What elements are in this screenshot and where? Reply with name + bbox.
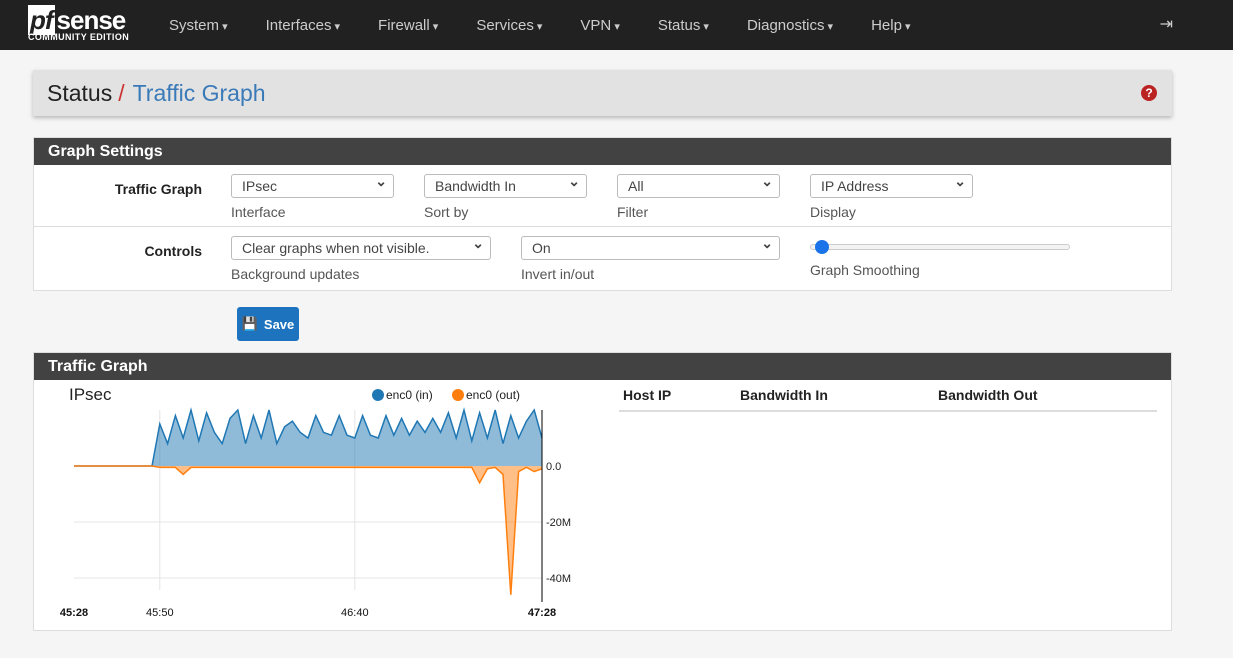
panel-heading: Traffic Graph	[34, 353, 1171, 380]
logo-pf: pf	[28, 5, 55, 35]
interface-hint: Interface	[231, 204, 286, 220]
display-select[interactable]: IP Address	[810, 173, 973, 198]
interface-select[interactable]: IPsec	[231, 173, 394, 198]
col-host-ip[interactable]: Host IP	[619, 387, 740, 403]
top-navbar: pfsense COMMUNITY EDITION SystemInterfac…	[0, 0, 1233, 50]
breadcrumb-parent[interactable]: Status	[47, 80, 112, 107]
legend-label[interactable]: enc0 (in)	[386, 388, 433, 402]
legend-marker[interactable]	[452, 389, 464, 401]
logo-subtitle: COMMUNITY EDITION	[28, 32, 130, 42]
smoothing-hint: Graph Smoothing	[810, 262, 920, 278]
nav-services[interactable]: Services	[457, 17, 561, 34]
display-hint: Display	[810, 204, 856, 220]
panel-heading: Graph Settings	[34, 138, 1171, 165]
x-tick-label: 45:28	[60, 607, 88, 619]
background-updates-select[interactable]: Clear graphs when not visible.	[231, 235, 491, 260]
save-button[interactable]: 💾 Save	[237, 307, 299, 341]
y-tick-label: -20M	[546, 517, 571, 529]
breadcrumb-current[interactable]: Traffic Graph	[133, 80, 266, 107]
sort-by-select[interactable]: Bandwidth In	[424, 173, 587, 198]
nav-diagnostics[interactable]: Diagnostics	[728, 17, 852, 34]
graph-settings-panel: Graph Settings Traffic Graph IPsec Interf…	[33, 137, 1172, 291]
controls-row: Controls Clear graphs when not visible. B…	[34, 227, 1171, 289]
col-bandwidth-out[interactable]: Bandwidth Out	[938, 387, 1038, 403]
nav-status[interactable]: Status	[639, 17, 728, 34]
sign-out-icon[interactable]: ⇥	[1160, 14, 1173, 34]
hosts-table: Host IP Bandwidth In Bandwidth Out	[619, 380, 1157, 412]
pfsense-logo[interactable]: pf sense COMMUNITY EDITION	[0, 5, 150, 42]
series-area-1	[74, 466, 542, 595]
x-tick-label: 45:50	[146, 607, 174, 619]
breadcrumb-separator: /	[118, 79, 125, 106]
slider-thumb[interactable]	[815, 240, 829, 254]
invert-select[interactable]: On	[521, 235, 780, 260]
filter-hint: Filter	[617, 204, 649, 220]
x-tick-label: 46:40	[341, 607, 369, 619]
filter-select[interactable]: All	[617, 173, 780, 198]
nav-vpn[interactable]: VPN	[561, 17, 638, 34]
traffic-chart: IPsec 0.0 -20M -40M 45:28 45:50 46:40 47:28 enc0…	[60, 385, 571, 619]
save-icon: 💾	[241, 316, 258, 331]
logo-sense: sense	[56, 5, 127, 35]
traffic-graph-panel: Traffic Graph IPsec 0.0 -20M -40M 45:28 45:50…	[33, 352, 1172, 631]
nav-firewall[interactable]: Firewall	[359, 17, 457, 34]
sort-by-hint: Sort by	[424, 204, 469, 220]
legend-marker[interactable]	[372, 389, 384, 401]
x-tick-label: 47:28	[528, 607, 556, 619]
save-label: Save	[263, 316, 295, 332]
traffic-graph-row: Traffic Graph IPsec Interface Bandwidth I…	[34, 165, 1171, 227]
col-bandwidth-in[interactable]: Bandwidth In	[740, 387, 938, 403]
invert-hint: Invert in/out	[521, 266, 595, 282]
chart-title: IPsec	[69, 385, 112, 404]
row-label: Controls	[144, 243, 202, 259]
row-label: Traffic Graph	[114, 181, 202, 197]
nav-system[interactable]: System	[150, 17, 247, 34]
question-circle-icon[interactable]: ?	[1141, 85, 1157, 101]
legend-label[interactable]: enc0 (out)	[466, 388, 520, 402]
nav-help[interactable]: Help	[852, 17, 929, 34]
nav-interfaces[interactable]: Interfaces	[247, 17, 359, 34]
y-tick-label: 0.0	[546, 461, 561, 473]
graph-smoothing-slider[interactable]	[810, 236, 1070, 260]
breadcrumb: Status / Traffic Graph ?	[33, 70, 1172, 116]
background-updates-hint: Background updates	[231, 266, 360, 282]
series-line-1	[74, 465, 543, 595]
y-tick-label: -40M	[546, 573, 571, 585]
